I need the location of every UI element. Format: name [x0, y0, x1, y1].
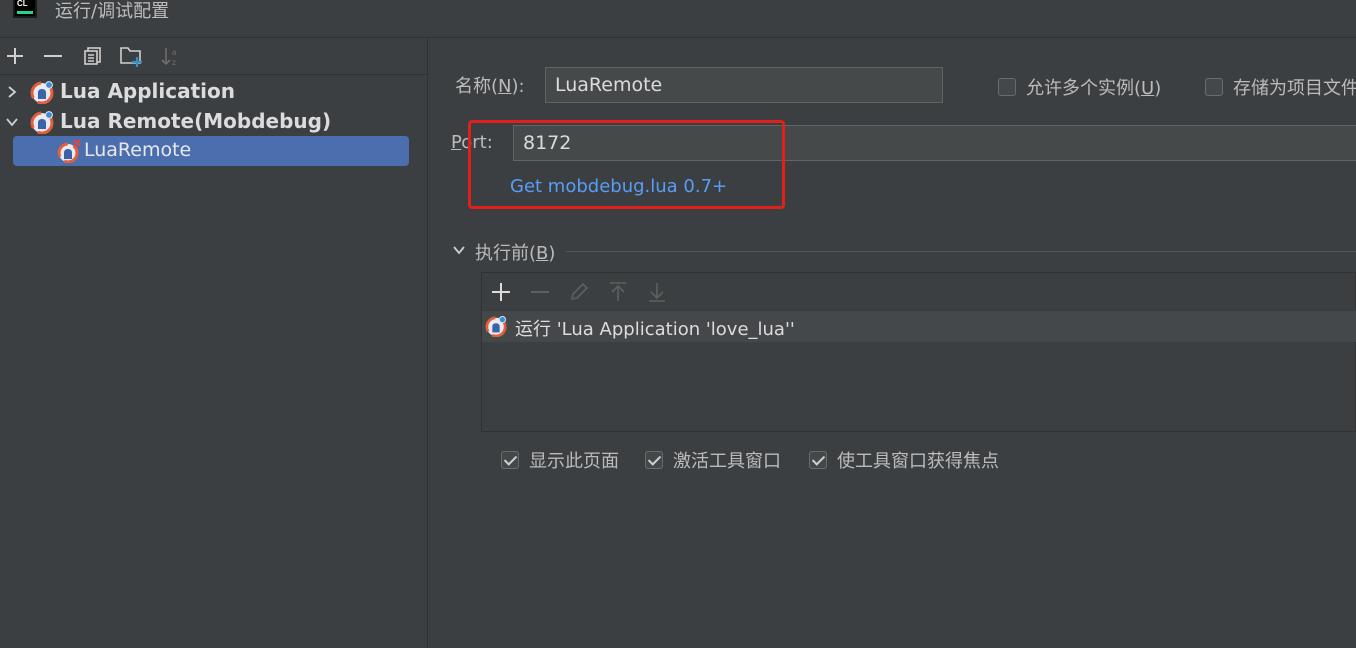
allow-multiple-instances-label: 允许多个实例(U): [1026, 78, 1162, 99]
configuration-settings-panel: 名称(N): LuaRemote 允许多个实例(U) 存储为项目文件 Port:…: [428, 38, 1356, 648]
svg-text:z: z: [172, 58, 176, 67]
svg-text:a: a: [172, 48, 177, 57]
chevron-down-icon[interactable]: [4, 111, 20, 133]
sort-alphabetically-icon: az: [159, 44, 183, 68]
copy-icon[interactable]: [81, 44, 105, 68]
add-icon[interactable]: [490, 281, 512, 303]
name-field[interactable]: LuaRemote: [545, 67, 943, 103]
title-bar: CL 运行/调试配置: [0, 0, 1356, 38]
checkbox-box[interactable]: [645, 451, 663, 469]
chevron-right-icon[interactable]: [4, 81, 20, 103]
window-title: 运行/调试配置: [55, 1, 170, 22]
annotation-highlight-box: [468, 120, 785, 209]
task-toolbar: [482, 273, 1356, 311]
edit-icon: [570, 282, 589, 301]
store-as-project-file-label: 存储为项目文件: [1233, 78, 1356, 99]
task-item[interactable]: 运行 'Lua Application 'love_lua'': [482, 311, 1356, 342]
tree-toolbar: az: [0, 38, 427, 75]
tree-item-label: Lua Application: [60, 79, 236, 103]
lua-remote-error-icon: [57, 139, 81, 163]
tree-item-lua-application[interactable]: Lua Application: [0, 78, 427, 106]
show-this-page-checkbox[interactable]: 显示此页面: [501, 447, 619, 473]
move-up-icon: [610, 282, 626, 301]
tree-item-luaremote[interactable]: LuaRemote: [13, 136, 409, 166]
show-this-page-label: 显示此页面: [529, 451, 619, 472]
lua-icon: [30, 81, 54, 104]
before-launch-title[interactable]: 执行前(B): [475, 239, 555, 265]
checkbox-box[interactable]: [1205, 78, 1223, 96]
move-down-icon: [649, 283, 665, 302]
clion-logo-icon: CL: [13, 0, 37, 18]
remove-icon[interactable]: [41, 44, 65, 68]
store-as-project-file-checkbox[interactable]: 存储为项目文件: [1205, 74, 1356, 100]
activate-tool-window-checkbox[interactable]: 激活工具窗口: [645, 447, 781, 473]
tree-item-label: LuaRemote: [84, 139, 192, 161]
chevron-down-icon[interactable]: [452, 243, 466, 257]
tree-item-lua-remote-mobdebug[interactable]: Lua Remote(Mobdebug): [0, 108, 427, 136]
add-icon[interactable]: [3, 44, 27, 68]
remove-icon: [531, 291, 549, 293]
svg-text:CL: CL: [17, 0, 28, 8]
focus-tool-window-label: 使工具窗口获得焦点: [837, 451, 999, 472]
name-label: 名称(N):: [455, 76, 525, 97]
lua-icon: [485, 316, 507, 337]
checkbox-box[interactable]: [998, 78, 1016, 96]
checkbox-box[interactable]: [501, 451, 519, 469]
focus-tool-window-checkbox[interactable]: 使工具窗口获得焦点: [809, 447, 999, 473]
section-separator: [566, 251, 1356, 252]
activate-tool-window-label: 激活工具窗口: [673, 451, 781, 472]
new-folder-icon[interactable]: [120, 44, 144, 68]
task-label: 运行 'Lua Application 'love_lua'': [515, 319, 795, 340]
lua-icon: [30, 111, 54, 134]
configurations-tree-panel: az Lua Application Lua Remote(Mobdebug): [0, 38, 428, 648]
before-launch-task-list: 运行 'Lua Application 'love_lua'': [481, 272, 1356, 432]
allow-multiple-instances-checkbox[interactable]: 允许多个实例(U): [998, 74, 1161, 100]
checkbox-box[interactable]: [809, 451, 827, 469]
tree-item-label: Lua Remote(Mobdebug): [60, 109, 332, 133]
